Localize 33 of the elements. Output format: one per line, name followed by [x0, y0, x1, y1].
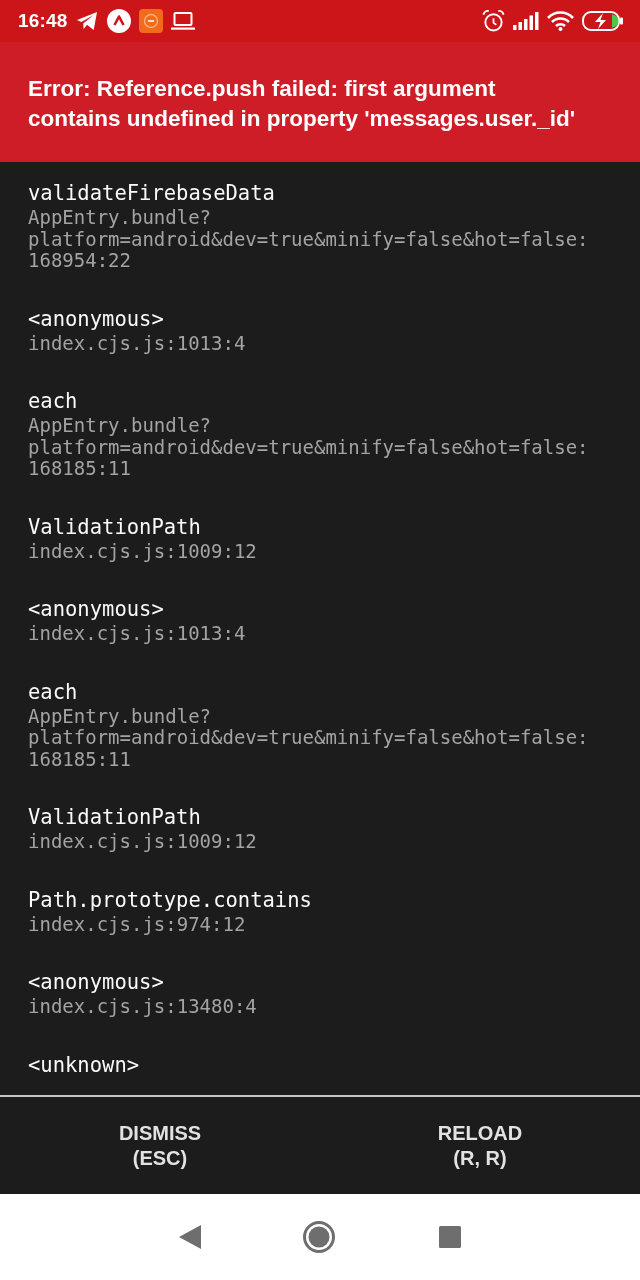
source-location: index.cjs.js:1013:4	[28, 623, 246, 645]
clock-time: 16:48	[18, 8, 68, 33]
function-name: <unknown>	[28, 1051, 140, 1079]
function-name: ValidationPath	[28, 804, 201, 831]
dismiss-button[interactable]: DISMISS (ESC)	[0, 1097, 320, 1194]
wifi-icon	[547, 11, 574, 31]
source-location: index.cjs.js:1009:12	[28, 540, 257, 562]
function-name: each	[28, 388, 78, 415]
source-location: index.cjs.js:13480:4	[28, 996, 257, 1018]
paper-plane-icon	[75, 11, 99, 31]
function-name: <anonymous>	[28, 305, 164, 333]
source-location: AppEntry.bundle? platform=android&dev=true&minify=false&hot=false: 168185:11	[28, 415, 589, 480]
source-location: AppEntry.bundle? platform=android&dev=true&minify=false&hot=false: 168954:22	[28, 207, 589, 272]
battery-charging-icon	[582, 11, 623, 31]
error-message: Error: Reference.push failed: first argument contains undefined in property 'messages.user._id'	[28, 75, 577, 133]
function-name: <anonymous>	[28, 969, 164, 996]
function-name: validateFirebaseData	[28, 180, 275, 207]
function-name: ValidationPath	[28, 513, 201, 541]
alarm-clock-icon	[482, 10, 505, 32]
laptop-icon	[170, 12, 195, 30]
source-location: index.cjs.js:1009:12	[28, 831, 257, 853]
home-icon[interactable]	[303, 1221, 335, 1253]
reload-button[interactable]: RELOAD (R, R)	[320, 1097, 640, 1194]
signal-bars-icon	[513, 12, 539, 30]
app-tile-icon	[138, 9, 163, 33]
function-name: <anonymous>	[28, 596, 164, 623]
source-location: index.cjs.js:974:12	[28, 913, 246, 935]
back-icon[interactable]	[179, 1225, 201, 1249]
function-name: Path.prototype.contains	[28, 886, 312, 914]
source-location: index.cjs.js:1013:4	[28, 332, 246, 354]
source-location: AppEntry.bundle? platform=android&dev=true&minify=false&hot=false: 168185:11	[28, 705, 589, 770]
function-name: each	[28, 678, 78, 706]
chevron-circle-icon	[106, 9, 131, 33]
